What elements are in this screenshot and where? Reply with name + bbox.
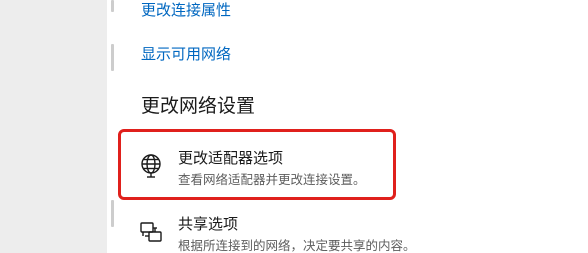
option-title: 更改适配器选项 xyxy=(178,149,284,167)
option-title: 共享选项 xyxy=(178,215,239,233)
sharing-icon xyxy=(140,222,162,242)
divider-segment xyxy=(111,200,114,227)
vertical-divider xyxy=(111,0,114,253)
divider-segment xyxy=(111,44,114,71)
option-description: 查看网络适配器并更改连接设置。 xyxy=(178,172,366,187)
section-title: 更改网络设置 xyxy=(141,95,256,117)
network-settings-page: 更改连接属性 显示可用网络 更改网络设置 更改适配器选项 查看网络适配器并更改连… xyxy=(0,0,588,253)
sharing-options-button[interactable]: 共享选项 根据所连接到的网络，决定要共享的内容。 xyxy=(138,210,416,253)
divider-segment xyxy=(111,0,114,12)
change-adapter-options-button[interactable]: 更改适配器选项 查看网络适配器并更改连接设置。 xyxy=(138,144,388,196)
left-navigation-pane xyxy=(0,0,107,253)
globe-monitor-icon xyxy=(141,154,161,178)
show-available-networks-link[interactable]: 显示可用网络 xyxy=(141,44,231,64)
option-description: 根据所连接到的网络，决定要共享的内容。 xyxy=(178,238,416,253)
change-connection-properties-link[interactable]: 更改连接属性 xyxy=(141,0,231,20)
